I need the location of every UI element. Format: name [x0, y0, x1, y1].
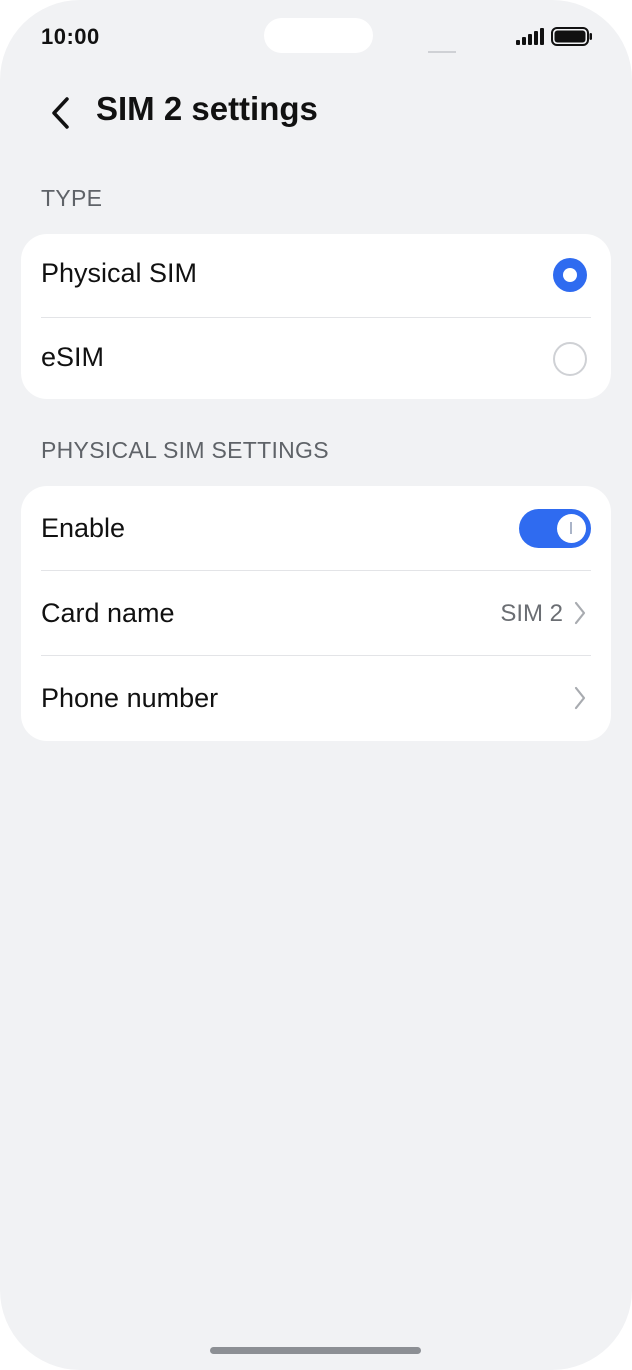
chevron-right-icon	[574, 686, 586, 710]
option-label: eSIM	[41, 342, 105, 372]
phone-screen: 10:00 SIM 2 settings TYPE Physical SIM e…	[0, 0, 632, 1370]
card-name-value: SIM 2	[500, 600, 563, 627]
toggle-knob	[557, 514, 586, 543]
status-time: 10:00	[41, 24, 100, 49]
radio-unselected-icon[interactable]	[553, 342, 587, 376]
phone-number-label: Phone number	[41, 683, 219, 713]
type-card: Physical SIM eSIM	[21, 234, 611, 399]
chevron-right-icon	[574, 601, 586, 625]
row-enable[interactable]: Enable	[21, 486, 611, 571]
row-card-name[interactable]: Card name SIM 2	[21, 571, 611, 656]
page-title: SIM 2 settings	[96, 90, 318, 127]
page-header: SIM 2 settings	[0, 80, 632, 144]
enable-toggle[interactable]	[519, 509, 591, 548]
option-esim[interactable]: eSIM	[21, 318, 611, 399]
option-label: Physical SIM	[41, 258, 198, 288]
camera-pill	[264, 18, 373, 53]
option-physical-sim[interactable]: Physical SIM	[21, 234, 611, 318]
status-bar: 10:00	[0, 0, 632, 70]
enable-label: Enable	[41, 513, 126, 543]
status-dash	[428, 51, 456, 53]
back-arrow-icon[interactable]	[40, 94, 80, 132]
row-phone-number[interactable]: Phone number	[21, 656, 611, 741]
radio-selected-icon[interactable]	[553, 258, 587, 292]
card-name-label: Card name	[41, 598, 175, 628]
physical-sim-card: Enable Card name SIM 2 Phone number	[21, 486, 611, 741]
section-label-physical-sim: PHYSICAL SIM SETTINGS	[41, 437, 329, 463]
section-label-type: TYPE	[41, 185, 103, 211]
battery-icon	[551, 27, 592, 46]
signal-icon	[516, 28, 544, 45]
home-indicator[interactable]	[210, 1347, 421, 1354]
